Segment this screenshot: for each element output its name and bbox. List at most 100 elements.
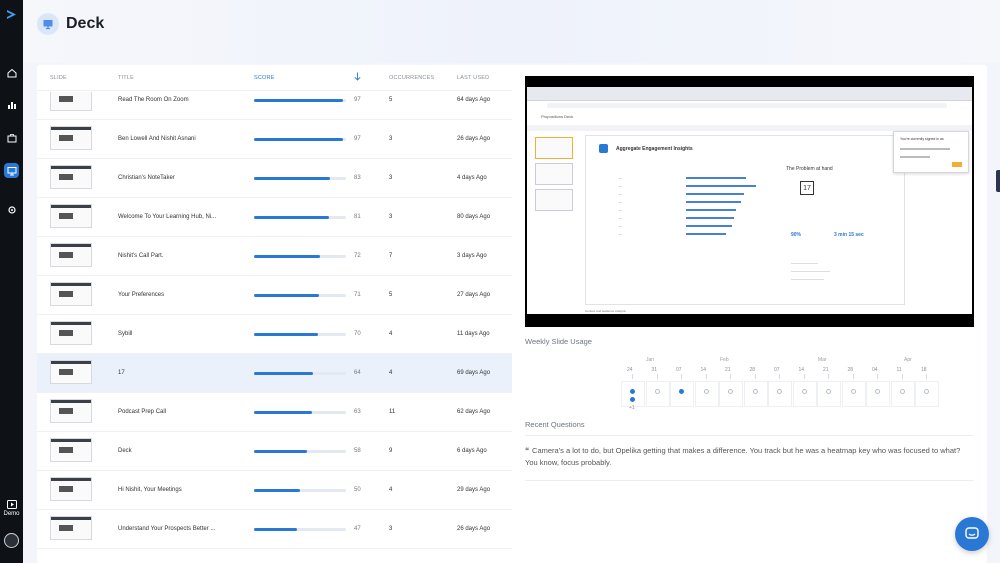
preview-slide-title: Aggregate Engagement Insights: [616, 146, 693, 152]
row-title: Understand Your Prospects Better ...: [118, 526, 216, 532]
week-cell[interactable]: [841, 381, 866, 407]
table-header: SLIDE TITLE SCORE OCCURRENCES LAST USED: [37, 65, 512, 91]
weekly-usage-timeline: Jan Feb Mar Apr 24 31 07 14 21 28 07 14 21 28 04 11 18 +1: [589, 357, 939, 412]
row-title: Nishit's Call Part.: [118, 253, 164, 259]
slide-thumbnail[interactable]: [50, 399, 92, 423]
chat-button[interactable]: [955, 517, 989, 551]
gear-icon[interactable]: [4, 202, 19, 217]
week-cell[interactable]: [719, 381, 743, 407]
table-row[interactable]: Your Preferences 71 5 27 days Ago: [37, 276, 512, 315]
slide-thumbnail[interactable]: [50, 282, 92, 306]
slide-thumbnail[interactable]: [50, 126, 92, 150]
score-bar: [254, 294, 346, 297]
score-bar-fill: [254, 138, 344, 141]
usage-dot: [703, 389, 709, 394]
left-nav-rail: Demo: [0, 0, 23, 563]
week-label: 14: [798, 367, 805, 373]
week-cell[interactable]: [694, 381, 719, 407]
preview-problem-title: The Problem at hand: [786, 166, 833, 172]
score-bar: [254, 255, 346, 258]
recent-questions-title: Recent Questions: [525, 420, 585, 429]
table-row[interactable]: Christian's NoteTaker 83 3 4 days Ago: [37, 159, 512, 198]
score-bar: [254, 138, 346, 141]
column-title[interactable]: TITLE: [118, 75, 134, 81]
week-label: 18: [921, 367, 927, 373]
slide-thumbnail[interactable]: [50, 477, 92, 501]
week-cell[interactable]: [768, 381, 792, 407]
weekly-usage-title: Weekly Slide Usage: [525, 337, 592, 346]
month-label: Mar: [818, 357, 827, 363]
slide-thumbnail[interactable]: [50, 204, 92, 228]
row-occurrences: 7: [389, 253, 393, 259]
week-cell[interactable]: [890, 381, 915, 407]
column-slide[interactable]: SLIDE: [50, 75, 67, 81]
score-bar-fill: [254, 528, 298, 531]
slide-preview: Propositions Deck Aggregate Engagement I…: [525, 76, 974, 327]
deck-icon[interactable]: [4, 163, 19, 178]
quote-icon: ❝: [525, 446, 530, 455]
row-occurrences: 4: [389, 487, 393, 493]
week-cell[interactable]: [645, 381, 670, 407]
side-drawer-tab[interactable]: [996, 170, 1000, 192]
row-last-used: 26 days Ago: [457, 136, 491, 142]
usage-dot: [630, 389, 635, 394]
usage-dot: [826, 389, 831, 394]
week-label: 04: [872, 367, 878, 373]
row-title: Your Preferences: [118, 292, 165, 298]
row-score: 81: [354, 214, 361, 220]
table-row[interactable]: Hi Nishit, Your Meetings 50 4 29 days Ago: [37, 471, 512, 510]
row-title: Christian's NoteTaker: [118, 175, 175, 181]
usage-dot: [924, 389, 929, 394]
score-bar: [254, 489, 346, 492]
row-occurrences: 5: [389, 97, 393, 103]
score-bar-fill: [254, 99, 344, 102]
week-cell[interactable]: [621, 381, 645, 407]
score-bar: [254, 528, 346, 531]
column-occurrences[interactable]: OCCURRENCES: [389, 75, 434, 81]
row-last-used: 29 days Ago: [457, 487, 491, 493]
slide-thumbnail[interactable]: [50, 516, 92, 540]
table-row[interactable]: Deck 58 9 6 days Ago: [37, 432, 512, 471]
sort-arrow-icon[interactable]: [354, 72, 361, 83]
slide-thumbnail[interactable]: [50, 438, 92, 462]
home-icon[interactable]: [4, 65, 19, 80]
week-cell[interactable]: [817, 381, 841, 407]
week-cell[interactable]: [915, 381, 939, 407]
analytics-icon[interactable]: [4, 97, 19, 112]
demo-button[interactable]: Demo: [0, 500, 23, 517]
demo-label: Demo: [3, 511, 20, 517]
deck-icon: [37, 13, 59, 35]
week-cell[interactable]: [743, 381, 768, 407]
week-label: 21: [823, 367, 829, 373]
row-occurrences: 3: [389, 214, 393, 220]
table-row[interactable]: Understand Your Prospects Better ... 47 3 2…: [37, 510, 512, 549]
slide-thumbnail[interactable]: [50, 165, 92, 189]
logo-icon[interactable]: [5, 8, 18, 21]
week-cell[interactable]: [866, 381, 890, 407]
table-row[interactable]: Ben Lowell And Nishit Asnani 97 3 26 days A…: [37, 120, 512, 159]
avatar[interactable]: [4, 533, 19, 548]
row-title: Read The Room On Zoom: [118, 97, 189, 103]
slide-thumbnail[interactable]: [50, 243, 92, 267]
week-cell[interactable]: [670, 381, 694, 407]
row-last-used: 64 days Ago: [457, 97, 491, 103]
table-row[interactable]: Welcome To Your Learning Hub, Ni... 81 3 80…: [37, 198, 512, 237]
preview-caption: Context and audience analysis: [585, 309, 626, 313]
table-row[interactable]: Nishit's Call Part. 72 7 3 days Ago: [37, 237, 512, 276]
row-title: Sybill: [118, 331, 133, 337]
week-cell[interactable]: [792, 381, 817, 407]
slide-thumbnail[interactable]: [50, 321, 92, 345]
table-row[interactable]: Read The Room On Zoom 97 5 64 days Ago: [37, 92, 512, 120]
score-bar: [254, 333, 346, 336]
table-row[interactable]: 17 64 4 69 days Ago: [37, 354, 512, 393]
row-score: 70: [354, 331, 361, 337]
slide-thumbnail[interactable]: [50, 92, 92, 111]
score-bar: [254, 177, 346, 180]
briefcase-icon[interactable]: [4, 130, 19, 145]
slide-thumbnail[interactable]: [50, 360, 92, 384]
column-last-used[interactable]: LAST USED: [457, 75, 489, 81]
table-row[interactable]: Sybill 70 4 11 days Ago: [37, 315, 512, 354]
table-row[interactable]: Podcast Prep Call 63 11 62 days Ago: [37, 393, 512, 432]
column-score[interactable]: SCORE: [254, 75, 275, 81]
row-last-used: 62 days Ago: [457, 409, 491, 415]
